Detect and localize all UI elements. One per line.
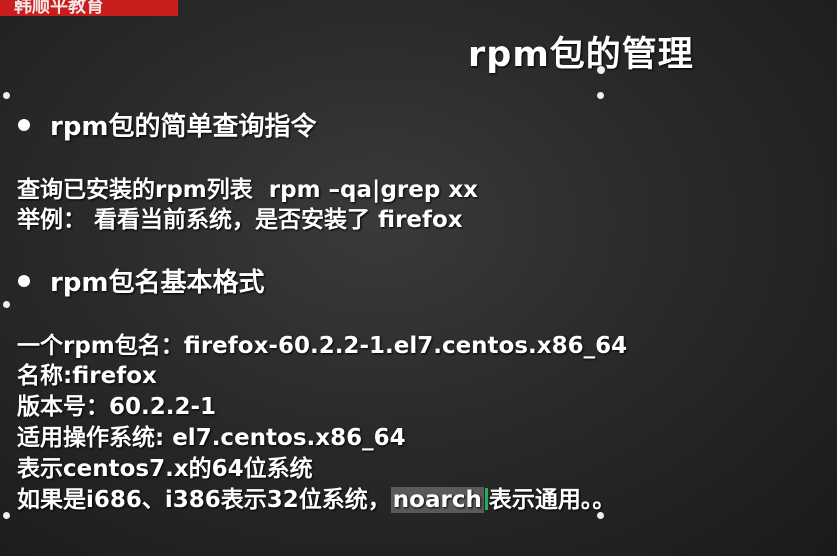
selection-handle-title-anchor[interactable]	[597, 66, 605, 74]
header-tag-text: 韩顺平教育	[14, 0, 104, 16]
bullet-icon	[18, 274, 30, 287]
name-line: 名称:firefox	[17, 363, 157, 389]
selection-handle-top-center[interactable]	[597, 92, 604, 99]
noarch-highlight[interactable]: noarch	[390, 487, 484, 513]
selection-handle-top-left[interactable]	[3, 92, 10, 99]
example-line: 举例： 看看当前系统，是否安装了 firefox	[17, 207, 463, 233]
bullet-icon	[18, 118, 30, 131]
section1-heading: rpm包的简单查询指令	[50, 112, 317, 142]
centos-64bit-line: 表示centos7.x的64位系统	[17, 456, 313, 482]
slide-title: rpm包的管理	[468, 35, 694, 75]
selection-handle-middle-left[interactable]	[3, 301, 10, 308]
os-line: 适用操作系统: el7.centos.x86_64	[17, 425, 406, 451]
package-name-line: 一个rpm包名：firefox-60.2.2-1.el7.centos.x86_…	[17, 333, 628, 359]
header-tag: 韩顺平教育	[0, 0, 178, 16]
arch-note-suffix: 表示通用。。	[488, 487, 616, 513]
query-command-line: 查询已安装的rpm列表 rpm –qa|grep xx	[17, 170, 478, 204]
text-cursor	[484, 488, 488, 510]
slide: 韩顺平教育 rpm包的管理 rpm包的简单查询指令 查询已安装的rpm列表 rpm…	[0, 0, 837, 556]
section2-heading-row: rpm包名基本格式	[18, 262, 265, 299]
arch-note-prefix: 如果是i686、i386表示32位系统，	[17, 487, 391, 513]
arch-note-line: 如果是i686、i386表示32位系统，noarch 表示通用。。	[17, 480, 615, 514]
section2-heading: rpm包名基本格式	[50, 268, 265, 298]
selection-handle-bottom-left[interactable]	[3, 512, 10, 519]
section1-heading-row: rpm包的简单查询指令	[18, 106, 317, 143]
version-line: 版本号：60.2.2-1	[17, 394, 217, 420]
